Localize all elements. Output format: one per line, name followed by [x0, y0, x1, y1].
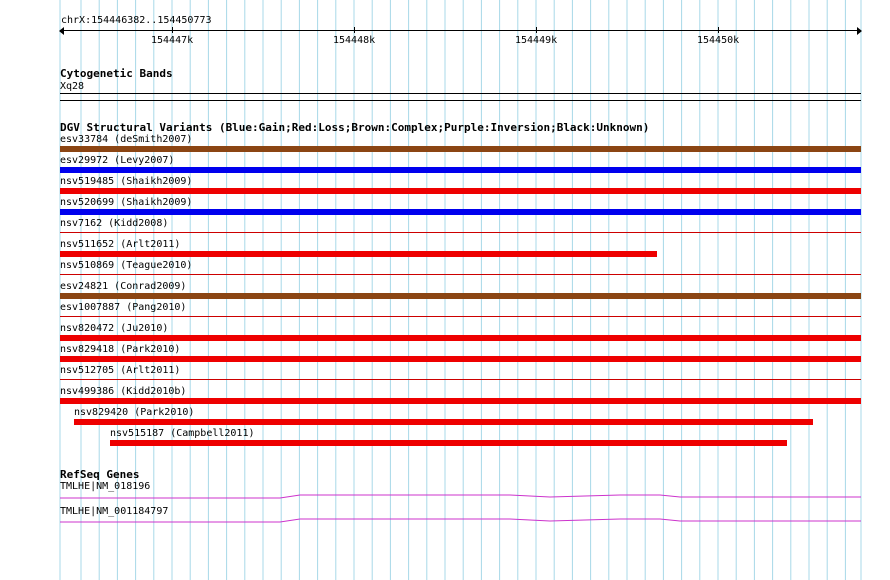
variant-bar-loss[interactable]	[60, 356, 861, 362]
variant-bar-complex[interactable]	[60, 293, 861, 299]
variant-bar-loss[interactable]	[110, 440, 787, 446]
variant-bar-gain[interactable]	[60, 167, 861, 173]
ruler-tick	[354, 27, 355, 33]
variant-label[interactable]: nsv7162 (Kidd2008)	[60, 218, 168, 230]
variant-label[interactable]: nsv511652 (Arlt2011)	[60, 239, 180, 251]
variant-line-loss[interactable]	[60, 232, 861, 233]
variant-bar-loss[interactable]	[60, 335, 861, 341]
variant-label[interactable]: nsv520699 (Shaikh2009)	[60, 197, 192, 209]
gene-model[interactable]	[60, 490, 861, 504]
variant-label[interactable]: esv29972 (Levy2007)	[60, 155, 174, 167]
gene-model[interactable]	[60, 514, 861, 528]
variant-label[interactable]: esv1007887 (Pang2010)	[60, 302, 186, 314]
dgv-track-title[interactable]: DGV Structural Variants (Blue:Gain;Red:L…	[60, 121, 649, 134]
variant-label[interactable]: nsv820472 (Ju2010)	[60, 323, 168, 335]
variant-bar-loss[interactable]	[60, 398, 861, 404]
ruler-tick-label: 154450k	[697, 35, 740, 46]
variant-label[interactable]: nsv515187 (Campbell2011)	[110, 428, 255, 440]
cyto-band-outline-bottom[interactable]	[60, 100, 861, 101]
cyto-band-label: Xq28	[60, 81, 85, 92]
ruler-tick	[536, 27, 537, 33]
variant-label[interactable]: esv24821 (Conrad2009)	[60, 281, 186, 293]
variant-bar-gain[interactable]	[60, 209, 861, 215]
variant-label[interactable]: nsv510869 (Teague2010)	[60, 260, 192, 272]
variant-bar-loss[interactable]	[60, 188, 861, 194]
variant-line-loss[interactable]	[60, 379, 861, 380]
ruler-tick	[172, 27, 173, 33]
variant-label[interactable]: nsv512705 (Arlt2011)	[60, 365, 180, 377]
refseq-track-title[interactable]: RefSeq Genes	[60, 468, 139, 481]
ruler-right-arrow	[857, 27, 862, 35]
variant-bar-loss[interactable]	[60, 251, 657, 257]
variant-label[interactable]: nsv829420 (Park2010)	[74, 407, 194, 419]
cyto-band-outline-top[interactable]	[60, 93, 861, 94]
variant-label[interactable]: nsv499386 (Kidd2010b)	[60, 386, 186, 398]
variant-bar-complex[interactable]	[60, 146, 861, 152]
ruler-tick-label: 154447k	[151, 35, 194, 46]
ruler-tick	[718, 27, 719, 33]
variant-label[interactable]: esv33784 (deSmith2007)	[60, 134, 192, 146]
variant-bar-loss[interactable]	[74, 419, 813, 425]
variant-label[interactable]: nsv829418 (Park2010)	[60, 344, 180, 356]
ruler-tick-label: 154449k	[515, 35, 558, 46]
variant-label[interactable]: nsv519485 (Shaikh2009)	[60, 176, 192, 188]
ruler-tick-label: 154448k	[333, 35, 376, 46]
ruler-range-label: chrX:154446382..154450773	[61, 15, 212, 26]
variant-line-loss[interactable]	[60, 316, 861, 317]
ruler-left-arrow	[59, 27, 64, 35]
ruler-axis	[60, 30, 861, 31]
cyto-track-title[interactable]: Cytogenetic Bands	[60, 67, 173, 80]
variant-line-loss[interactable]	[60, 274, 861, 275]
